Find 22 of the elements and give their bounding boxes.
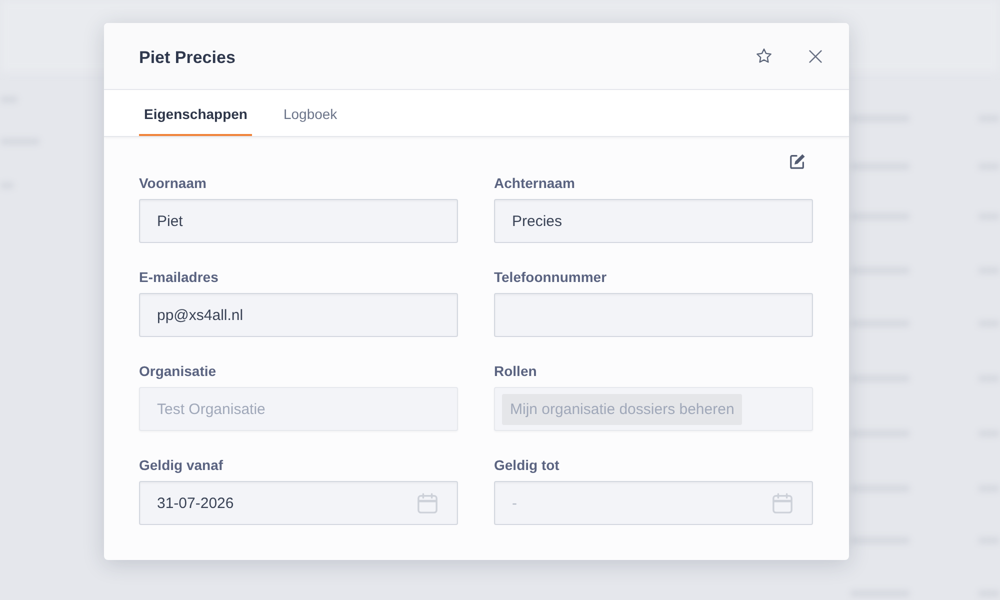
field-label: Rollen <box>494 363 537 380</box>
field-label: Geldig vanaf <box>139 457 224 474</box>
text-field[interactable]: pp@xs4all.nl <box>139 293 458 337</box>
calendar-icon <box>772 492 793 514</box>
tab[interactable]: Logboek <box>278 90 342 136</box>
text-field[interactable]: Piet <box>139 199 458 243</box>
calendar-icon <box>417 492 438 514</box>
star-icon <box>755 47 773 65</box>
pencil-square-icon <box>789 152 806 170</box>
field-label: Geldig tot <box>494 457 560 474</box>
close-icon <box>809 50 822 62</box>
field-label: Organisatie <box>139 363 216 380</box>
role-tag: Mijn organisatie dossiers beheren <box>502 394 742 424</box>
field-label: Telefoonnummer <box>494 269 607 286</box>
dialog-title: Piet Precies <box>139 48 236 68</box>
text-field[interactable]: Precies <box>494 199 813 243</box>
field-label: Achternaam <box>494 175 575 192</box>
text-field[interactable] <box>494 293 813 337</box>
date-field[interactable]: 31-07-2026 <box>139 481 458 525</box>
field-label: E-mailadres <box>139 269 218 286</box>
tab[interactable]: Eigenschappen <box>139 90 252 136</box>
field-label: Voornaam <box>139 175 206 192</box>
